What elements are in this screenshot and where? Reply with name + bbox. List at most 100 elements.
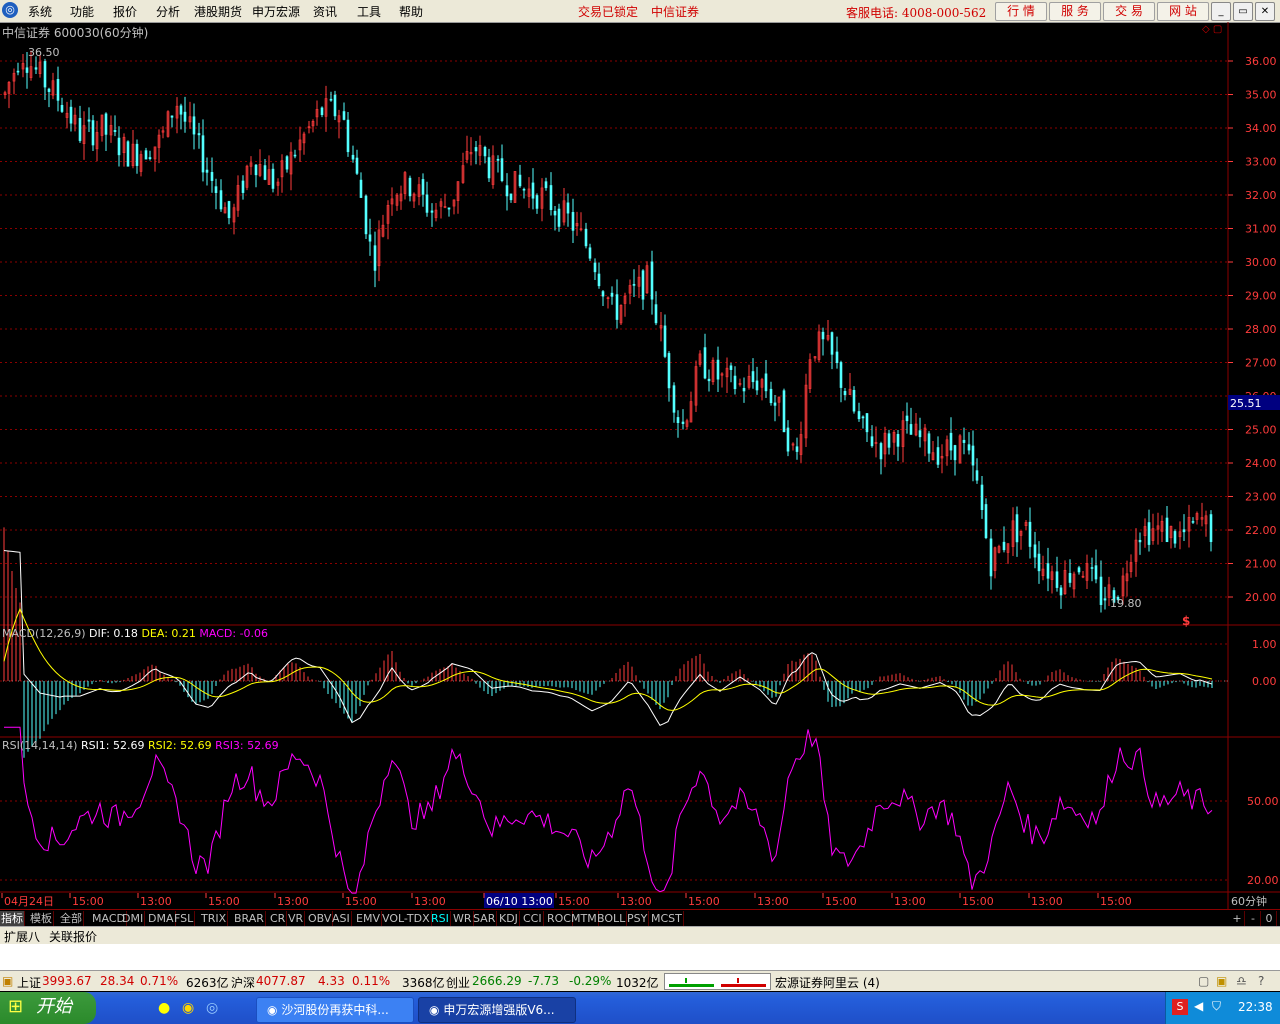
task-button-browser[interactable]: ◉ 沙河股份再获中科... [256, 997, 414, 1023]
candle-body [531, 182, 535, 199]
x-axis-label: 04月24日 [4, 895, 54, 908]
close-icon[interactable]: ✕ [1255, 2, 1275, 21]
indicator-tab-obv[interactable]: OBV [307, 911, 334, 926]
candle-body [676, 417, 680, 424]
cy-index-name[interactable]: 创业 [446, 974, 470, 991]
indicator-tab-psy[interactable]: PSY [626, 911, 650, 926]
candle-body [870, 436, 874, 447]
candle-body [1165, 517, 1169, 543]
quicklaunch-1-icon[interactable]: ● [158, 1000, 170, 1016]
indicator-tab-sar[interactable]: SAR [472, 911, 498, 926]
market-button[interactable]: 行 情 [995, 2, 1047, 21]
sogou-icon[interactable]: S [1172, 999, 1188, 1015]
candle-body [936, 447, 940, 465]
indicator-tab-wr[interactable]: WR [452, 911, 474, 926]
menu-function[interactable]: 功能 [70, 3, 94, 20]
trade-button[interactable]: 交 易 [1103, 2, 1155, 21]
candle-body [487, 157, 491, 179]
quicklaunch-2-icon[interactable]: ◉ [182, 1000, 194, 1016]
menu-shenwan[interactable]: 申万宏源 [252, 3, 300, 20]
menu-bar: ◎ 系统 功能 报价 分析 港股期货 申万宏源 资讯 工具 帮助 交易已锁定 中… [0, 0, 1280, 23]
shield-icon[interactable]: ⛉ [1212, 999, 1221, 1014]
menu-analysis[interactable]: 分析 [156, 3, 180, 20]
indicator-tab-[interactable]: 指标 [0, 911, 25, 926]
price-tick-label: 29.00 [1245, 290, 1277, 303]
candle-body [293, 154, 297, 157]
service-button[interactable]: 服 务 [1049, 2, 1101, 21]
candle-body [210, 172, 214, 181]
menu-tools[interactable]: 工具 [357, 3, 381, 20]
ext-tab-8[interactable]: 扩展八 [4, 928, 40, 945]
broker-name: 中信证券 [651, 5, 700, 19]
indicator-tab-fsl[interactable]: FSL [173, 911, 196, 926]
indicator-tab-emv[interactable]: EMV [355, 911, 382, 926]
reset-zoom-button[interactable]: 0 [1262, 911, 1277, 926]
candle-body [60, 104, 64, 112]
website-button[interactable]: 网 站 [1157, 2, 1209, 21]
candle-body [148, 157, 152, 159]
indicator-tab-mtm[interactable]: MTM [570, 911, 599, 926]
price-tick-label: 30.00 [1245, 256, 1277, 269]
candle-body [373, 245, 377, 271]
candle-body [342, 111, 346, 120]
indicator-tab-boll[interactable]: BOLL [596, 911, 628, 926]
indicator-tab-dmi[interactable]: DMI [121, 911, 146, 926]
indicator-tab-vr[interactable]: VR [287, 911, 306, 926]
macd-tick-label: 1.00 [1252, 638, 1277, 651]
cy-index-pct: -0.29% [569, 974, 612, 988]
cy-index-value: 2666.29 [472, 974, 522, 988]
indicator-tab-mcst[interactable]: MCST [650, 911, 684, 926]
quicklaunch-3-icon[interactable]: ◎ [206, 1000, 218, 1016]
candle-body [1033, 544, 1037, 558]
indicator-tab-brar[interactable]: BRAR [233, 911, 266, 926]
menu-system[interactable]: 系统 [28, 3, 52, 20]
sh-index-name[interactable]: 上证 [17, 974, 41, 991]
indicator-tab-kdj[interactable]: KDJ [498, 911, 520, 926]
indicator-tab-voltdx[interactable]: VOL-TDX [381, 911, 432, 926]
menu-hk-futures[interactable]: 港股期货 [194, 3, 242, 20]
help-icon[interactable]: ? [1258, 974, 1264, 988]
task-button-stock-app[interactable]: ◉ 申万宏源增强版V6... [418, 997, 576, 1023]
sh-index-value: 3993.67 [42, 974, 92, 988]
sz-index-change: 4.33 [318, 974, 345, 988]
sz-index-name[interactable]: 沪深 [231, 974, 255, 991]
x-axis-label: 15:00 [72, 895, 104, 908]
candle-body [861, 416, 865, 419]
candle-body [170, 115, 174, 118]
ext-tab-related-quote[interactable]: 关联报价 [49, 928, 97, 945]
indicator-tab-[interactable]: 全部 [59, 911, 84, 926]
minimize-icon[interactable]: _ [1211, 2, 1231, 21]
zoom-out-button[interactable]: - [1246, 911, 1261, 926]
menu-help[interactable]: 帮助 [399, 3, 423, 20]
indicator-tab-asi[interactable]: ASI [331, 911, 352, 926]
start-button[interactable]: ⊞ 开始 [0, 992, 96, 1024]
candle-body [989, 538, 993, 577]
system-tray: S ◀ ⛉ 22:38 [1165, 992, 1280, 1024]
chart-area[interactable]: 36.00 35.00 34.00 33.00 32.00 31.00 30.00 29.00… [0, 22, 1280, 909]
candle-body [971, 445, 975, 466]
x-axis-label: 15:00 [825, 895, 857, 908]
zoom-in-button[interactable]: + [1230, 911, 1245, 926]
cloud-server-label[interactable]: 宏源证券阿里云 (4) [775, 974, 880, 991]
rsi2-value: RSI2: 52.69 [148, 739, 212, 752]
indicator-tab-trix[interactable]: TRIX [200, 911, 229, 926]
candle-body [549, 185, 553, 211]
indicator-tab-cci[interactable]: CCI [522, 911, 544, 926]
menu-news[interactable]: 资讯 [313, 3, 337, 20]
indicator-tab-dma[interactable]: DMA [147, 911, 176, 926]
candle-body [984, 504, 988, 539]
window-icon[interactable]: ▢ [1198, 974, 1209, 988]
arrow-icon[interactable]: ◀ [1194, 999, 1203, 1013]
candle-body [1099, 576, 1103, 605]
restore-icon[interactable]: ▭ [1233, 2, 1253, 21]
indicator-tab-cr[interactable]: CR [269, 911, 288, 926]
scale-icon[interactable]: ♎ [1236, 974, 1247, 988]
candle-body [782, 390, 786, 433]
menu-quote[interactable]: 报价 [113, 3, 137, 20]
indicator-tab-rsi[interactable]: RSI [430, 911, 451, 926]
indicator-tab-[interactable]: 模板 [29, 911, 54, 926]
price-tick-label: 20.00 [1245, 591, 1277, 604]
lock-icon[interactable]: ▣ [1216, 974, 1227, 988]
price-tick-label: 32.00 [1245, 189, 1277, 202]
indicator-tab-roc[interactable]: ROC [546, 911, 573, 926]
